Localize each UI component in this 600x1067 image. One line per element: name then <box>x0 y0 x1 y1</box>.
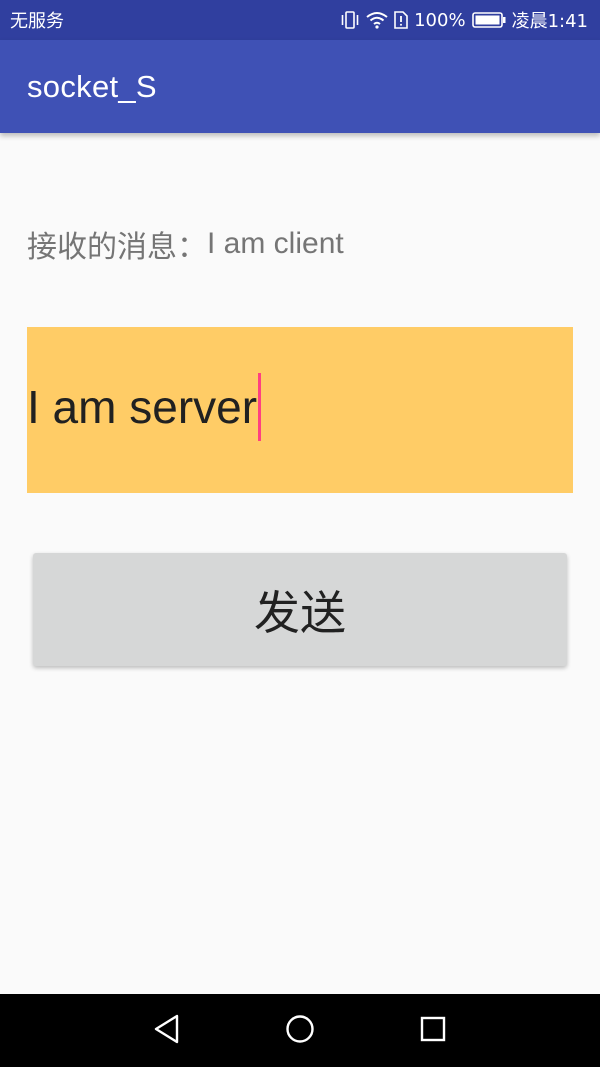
vibrate-icon <box>340 11 360 29</box>
status-bar: 无服务 100% 凌晨1:41 <box>0 0 600 40</box>
back-icon <box>153 1014 181 1048</box>
message-input[interactable]: I am server <box>27 327 573 493</box>
screen: 无服务 100% 凌晨1:41 socket_S 接收的消息： I am cli… <box>0 0 600 1067</box>
app-title: socket_S <box>27 68 157 104</box>
battery-icon <box>471 12 506 28</box>
received-message: I am client <box>207 227 344 260</box>
received-message-row: 接收的消息： I am client <box>27 222 344 266</box>
wifi-icon <box>366 11 388 29</box>
navigation-bar <box>0 994 600 1067</box>
sim-icon <box>394 11 408 29</box>
recents-button[interactable] <box>393 994 473 1067</box>
home-button[interactable] <box>260 994 340 1067</box>
back-button[interactable] <box>127 994 207 1067</box>
status-time: 凌晨1:41 <box>511 11 588 32</box>
carrier-text: 无服务 <box>10 11 64 32</box>
send-button[interactable]: 发送 <box>33 553 567 666</box>
recents-icon <box>420 1016 446 1046</box>
home-icon <box>285 1014 315 1048</box>
app-bar: socket_S <box>0 40 600 133</box>
text-cursor <box>258 373 262 441</box>
message-input-value[interactable]: I am server <box>27 380 257 434</box>
received-label: 接收的消息： <box>27 230 207 265</box>
battery-percent: 100% <box>414 9 466 31</box>
